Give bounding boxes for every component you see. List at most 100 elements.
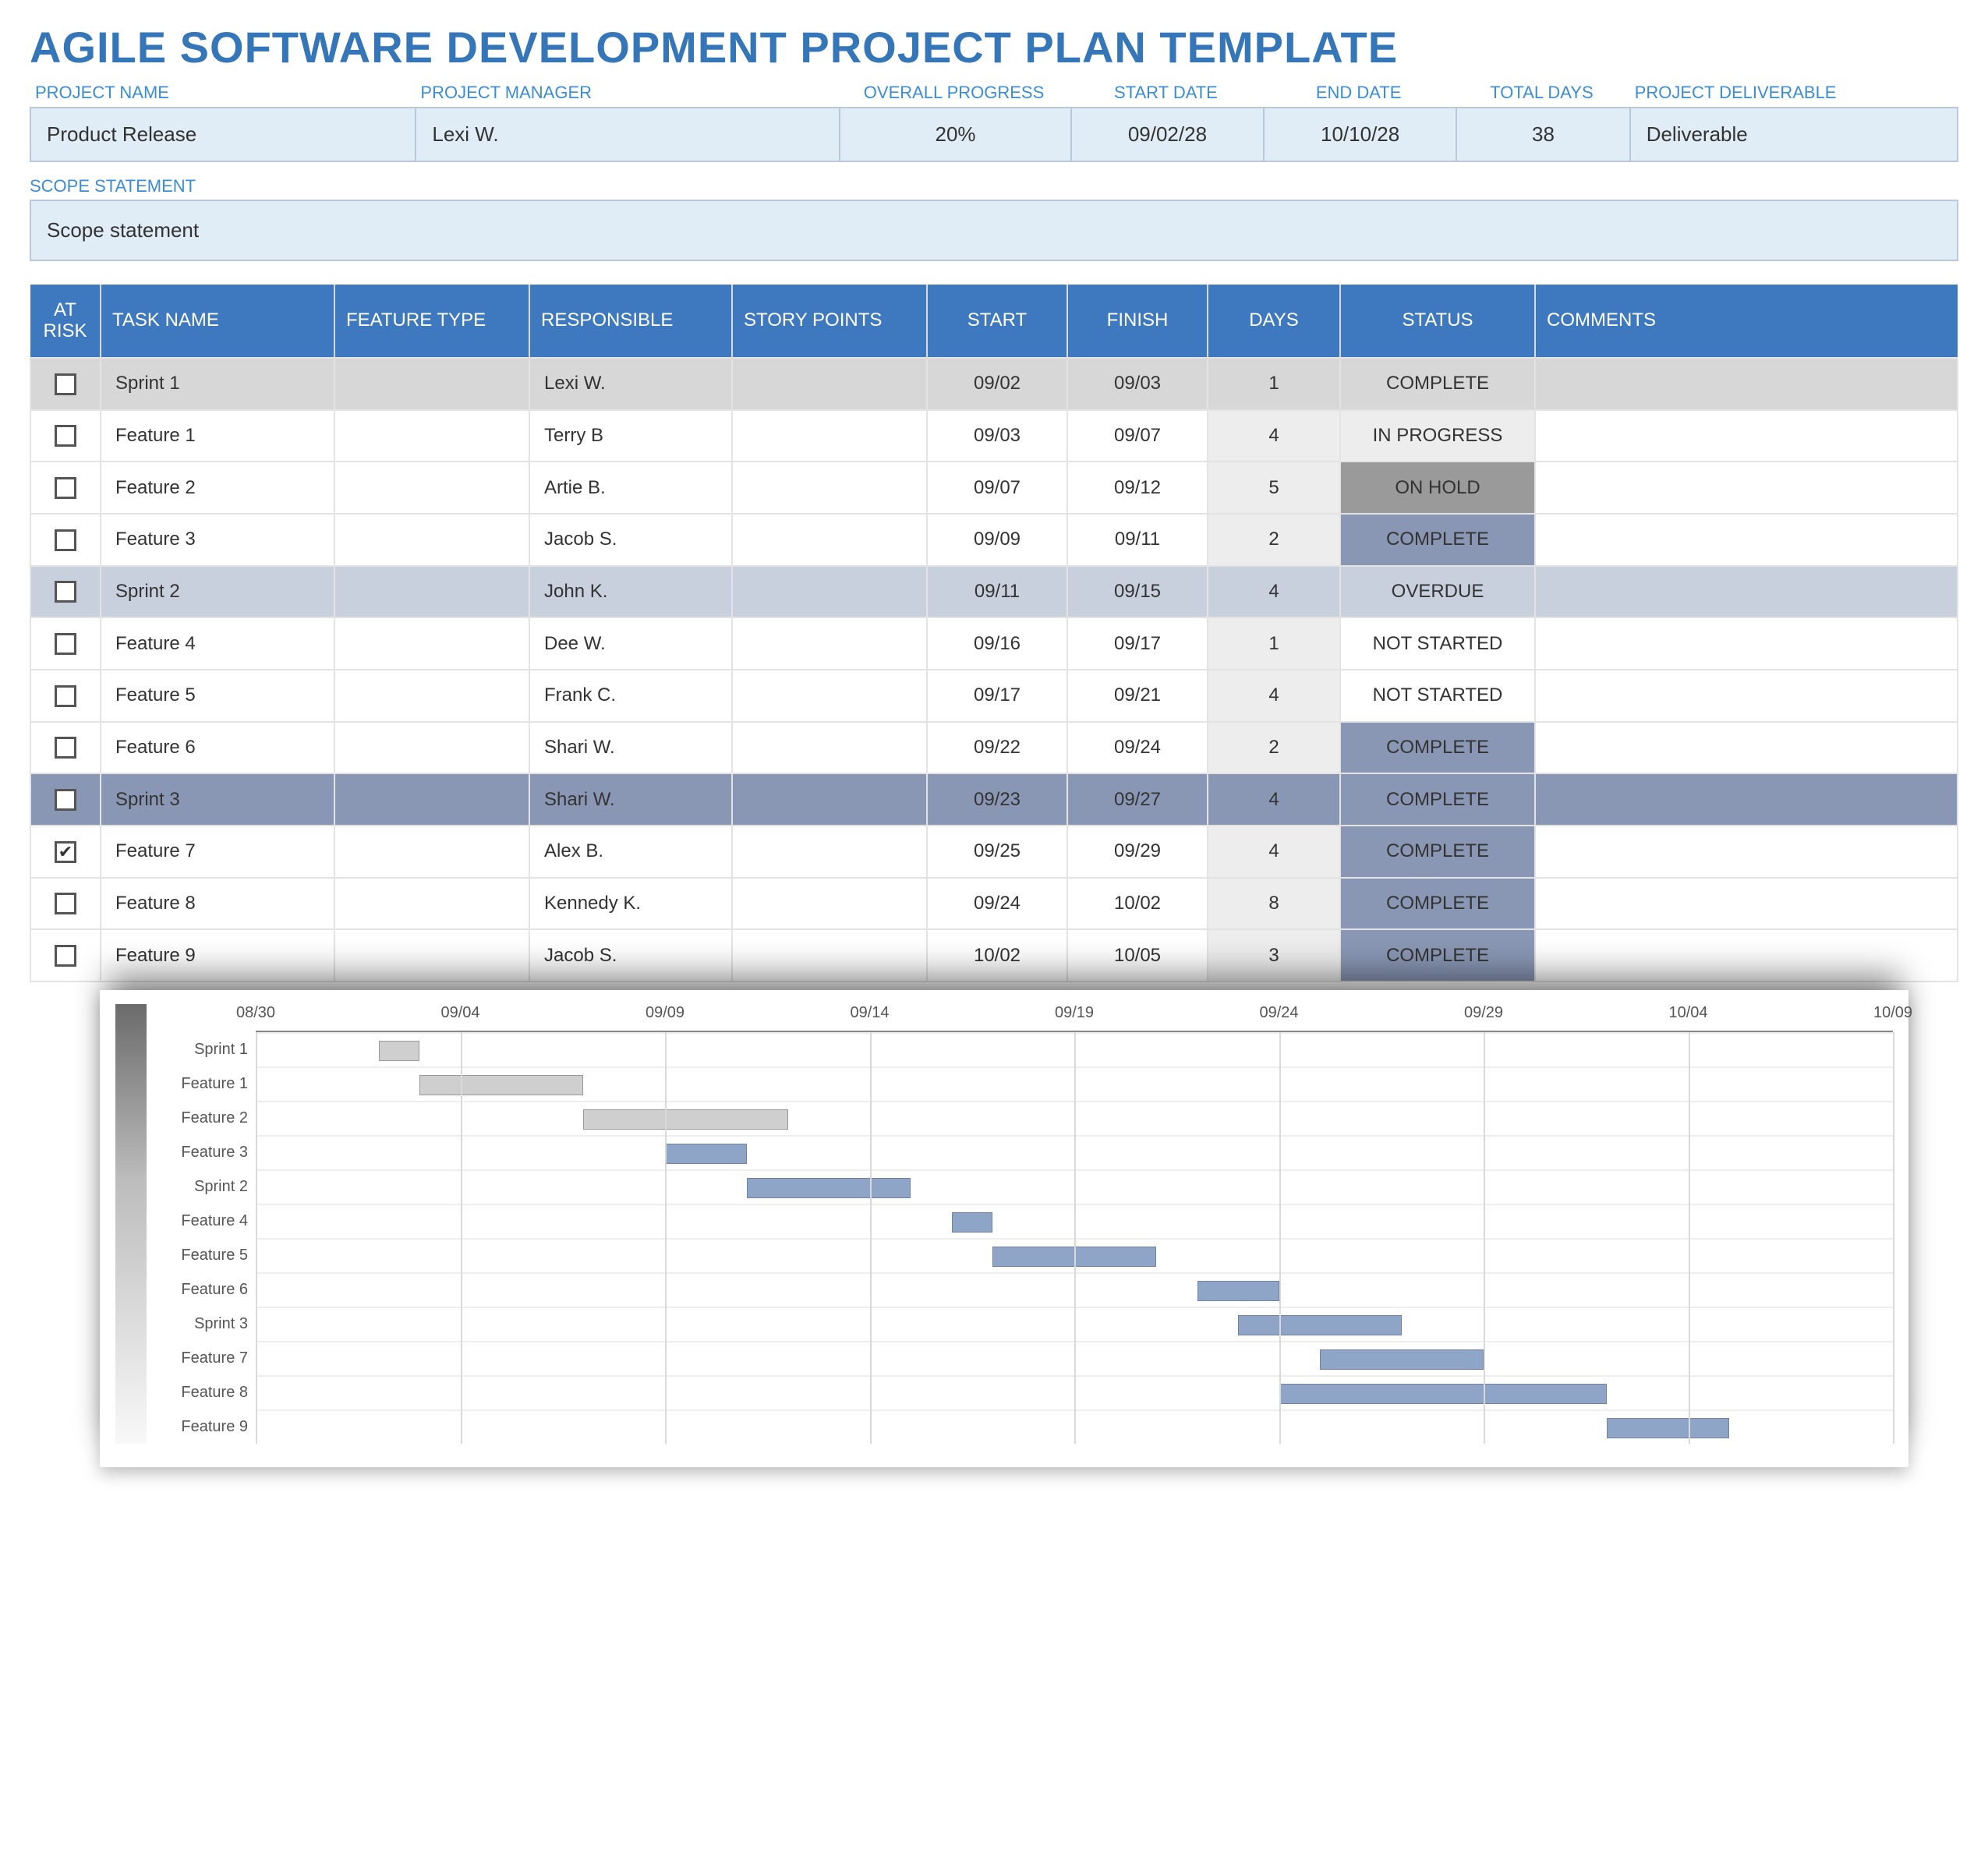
finish-cell[interactable]: 09/15 [1067,566,1208,618]
finish-cell[interactable]: 09/27 [1067,773,1208,826]
scope-statement-cell[interactable]: Scope statement [30,200,1958,261]
gantt-bar[interactable] [583,1109,788,1130]
story-points-cell[interactable] [732,462,927,514]
task-name-cell[interactable]: Sprint 1 [101,358,334,410]
story-points-cell[interactable] [732,773,927,826]
finish-cell[interactable]: 10/02 [1067,878,1208,930]
start-cell[interactable]: 09/22 [927,722,1067,774]
gantt-bar[interactable] [1607,1418,1730,1438]
start-cell[interactable]: 09/02 [927,358,1067,410]
total-days-cell[interactable]: 38 [1456,108,1629,161]
status-cell[interactable]: COMPLETE [1340,358,1535,410]
status-cell[interactable]: COMPLETE [1340,773,1535,826]
gantt-bar[interactable] [379,1041,420,1061]
start-date-cell[interactable]: 09/02/28 [1071,108,1264,161]
task-name-cell[interactable]: Feature 6 [101,722,334,774]
task-name-cell[interactable]: Sprint 3 [101,773,334,826]
at-risk-checkbox[interactable]: ✔ [55,841,76,863]
comments-cell[interactable] [1535,878,1958,930]
responsible-cell[interactable]: Artie B. [529,462,732,514]
feature-type-cell[interactable] [334,617,529,670]
responsible-cell[interactable]: Shari W. [529,722,732,774]
comments-cell[interactable] [1535,514,1958,566]
responsible-cell[interactable]: Alex B. [529,826,732,878]
story-points-cell[interactable] [732,878,927,930]
responsible-cell[interactable]: Lexi W. [529,358,732,410]
days-cell[interactable]: 3 [1208,929,1340,981]
feature-type-cell[interactable] [334,670,529,722]
gantt-bar[interactable] [419,1075,583,1095]
at-risk-checkbox[interactable] [55,737,76,759]
feature-type-cell[interactable] [334,358,529,410]
finish-cell[interactable]: 09/07 [1067,410,1208,462]
responsible-cell[interactable]: Terry B [529,410,732,462]
status-cell[interactable]: OVERDUE [1340,566,1535,618]
status-cell[interactable]: IN PROGRESS [1340,410,1535,462]
gantt-bar[interactable] [952,1212,993,1233]
comments-cell[interactable] [1535,358,1958,410]
status-cell[interactable]: COMPLETE [1340,722,1535,774]
status-cell[interactable]: NOT STARTED [1340,617,1535,670]
feature-type-cell[interactable] [334,410,529,462]
at-risk-checkbox[interactable] [55,477,76,499]
project-manager-cell[interactable]: Lexi W. [416,108,840,161]
story-points-cell[interactable] [732,722,927,774]
end-date-cell[interactable]: 10/10/28 [1264,108,1456,161]
start-cell[interactable]: 09/23 [927,773,1067,826]
days-cell[interactable]: 8 [1208,878,1340,930]
start-cell[interactable]: 09/03 [927,410,1067,462]
task-name-cell[interactable]: Sprint 2 [101,566,334,618]
story-points-cell[interactable] [732,929,927,981]
feature-type-cell[interactable] [334,826,529,878]
responsible-cell[interactable]: Jacob S. [529,929,732,981]
status-cell[interactable]: COMPLETE [1340,929,1535,981]
task-name-cell[interactable]: Feature 1 [101,410,334,462]
comments-cell[interactable] [1535,410,1958,462]
at-risk-checkbox[interactable] [55,893,76,914]
responsible-cell[interactable]: Kennedy K. [529,878,732,930]
comments-cell[interactable] [1535,566,1958,618]
story-points-cell[interactable] [732,670,927,722]
comments-cell[interactable] [1535,462,1958,514]
status-cell[interactable]: NOT STARTED [1340,670,1535,722]
at-risk-checkbox[interactable] [55,633,76,655]
gantt-bar[interactable] [1320,1349,1484,1370]
project-name-cell[interactable]: Product Release [30,108,416,161]
responsible-cell[interactable]: Frank C. [529,670,732,722]
days-cell[interactable]: 2 [1208,514,1340,566]
task-name-cell[interactable]: Feature 2 [101,462,334,514]
responsible-cell[interactable]: John K. [529,566,732,618]
comments-cell[interactable] [1535,773,1958,826]
task-name-cell[interactable]: Feature 5 [101,670,334,722]
comments-cell[interactable] [1535,929,1958,981]
feature-type-cell[interactable] [334,878,529,930]
start-cell[interactable]: 09/17 [927,670,1067,722]
at-risk-checkbox[interactable] [55,685,76,707]
finish-cell[interactable]: 09/17 [1067,617,1208,670]
responsible-cell[interactable]: Jacob S. [529,514,732,566]
start-cell[interactable]: 09/11 [927,566,1067,618]
days-cell[interactable]: 4 [1208,566,1340,618]
feature-type-cell[interactable] [334,514,529,566]
finish-cell[interactable]: 09/24 [1067,722,1208,774]
responsible-cell[interactable]: Shari W. [529,773,732,826]
task-name-cell[interactable]: Feature 9 [101,929,334,981]
story-points-cell[interactable] [732,358,927,410]
days-cell[interactable]: 4 [1208,826,1340,878]
days-cell[interactable]: 1 [1208,358,1340,410]
responsible-cell[interactable]: Dee W. [529,617,732,670]
comments-cell[interactable] [1535,722,1958,774]
feature-type-cell[interactable] [334,462,529,514]
finish-cell[interactable]: 09/11 [1067,514,1208,566]
story-points-cell[interactable] [732,617,927,670]
feature-type-cell[interactable] [334,773,529,826]
finish-cell[interactable]: 09/12 [1067,462,1208,514]
feature-type-cell[interactable] [334,566,529,618]
story-points-cell[interactable] [732,566,927,618]
start-cell[interactable]: 09/24 [927,878,1067,930]
gantt-bar[interactable] [747,1178,911,1198]
at-risk-checkbox[interactable] [55,529,76,551]
comments-cell[interactable] [1535,826,1958,878]
task-name-cell[interactable]: Feature 7 [101,826,334,878]
at-risk-checkbox[interactable] [55,789,76,811]
